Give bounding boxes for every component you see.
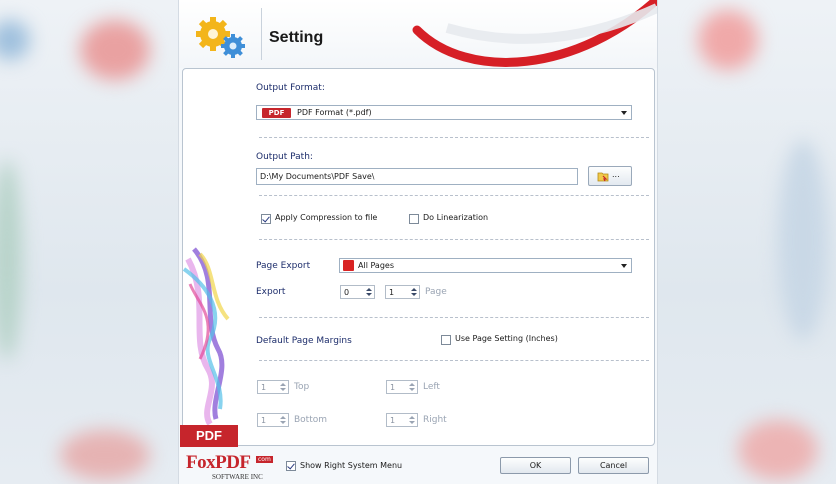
linearization-checkbox[interactable] [409, 214, 419, 224]
export-from-value: 0 [344, 288, 350, 297]
stepper-up-icon[interactable] [280, 416, 286, 419]
header-divider [261, 8, 262, 60]
linearization-label: Do Linearization [423, 213, 489, 222]
logo-com: com [256, 456, 273, 463]
side-pdf-badge-text: PDF [196, 428, 222, 443]
divider [259, 239, 649, 240]
gears-icon [196, 17, 245, 58]
dialog-header: Setting [179, 0, 657, 68]
export-from-stepper[interactable]: 0 [340, 285, 375, 299]
dialog-title: Setting [269, 29, 324, 46]
margin-top-value: 1 [261, 383, 267, 392]
output-format-label: Output Format: [256, 83, 325, 93]
browse-button-label: ... [612, 170, 620, 179]
margin-left-stepper[interactable]: 1 [386, 380, 418, 394]
margin-right-stepper[interactable]: 1 [386, 413, 418, 427]
foxpdf-logo: FoxPDF com SOFTWARE INC [182, 452, 280, 484]
settings-panel: PDF Output Format: PDF PDF Format (*.pdf… [180, 68, 655, 447]
margin-right-value: 1 [390, 416, 396, 425]
export-to-stepper[interactable]: 1 [385, 285, 420, 299]
divider [259, 360, 649, 361]
logo-text: FoxPDF [186, 452, 251, 473]
stepper-down-icon[interactable] [409, 388, 415, 391]
margin-right-label: Right [423, 415, 447, 425]
default-margins-label: Default Page Margins [256, 336, 352, 346]
margin-top-label: Top [294, 382, 310, 392]
dialog-footer: FoxPDF com SOFTWARE INC Show Right Syste… [179, 448, 657, 484]
margin-top-stepper[interactable]: 1 [257, 380, 289, 394]
stepper-up-icon[interactable] [409, 416, 415, 419]
side-pdf-badge: PDF [180, 425, 238, 447]
ok-button[interactable]: OK [500, 457, 571, 474]
use-page-setting-label: Use Page Setting (Inches) [455, 334, 558, 343]
pdf-document-icon [343, 260, 354, 271]
compression-label: Apply Compression to file [275, 213, 378, 222]
stepper-up-icon[interactable] [409, 383, 415, 386]
compression-checkbox[interactable] [261, 214, 271, 224]
side-art-decoration [182, 247, 230, 426]
chevron-down-icon [621, 111, 627, 115]
divider [259, 317, 649, 318]
output-path-input[interactable]: D:\My Documents\PDF Save\ [256, 168, 578, 185]
page-export-select[interactable]: All Pages [339, 258, 632, 273]
stepper-up-icon[interactable] [280, 383, 286, 386]
page-export-value: All Pages [358, 261, 394, 270]
stepper-down-icon[interactable] [411, 293, 417, 296]
margin-bottom-label: Bottom [294, 415, 328, 425]
divider [259, 137, 649, 138]
margin-bottom-value: 1 [261, 416, 267, 425]
page-label: Page [425, 287, 447, 297]
background-left [0, 0, 178, 484]
show-right-menu-checkbox[interactable] [286, 461, 296, 471]
cancel-button[interactable]: Cancel [578, 457, 649, 474]
folder-icon [597, 172, 609, 182]
browse-button[interactable]: ... [588, 166, 632, 186]
stepper-down-icon[interactable] [366, 293, 372, 296]
background-right [658, 0, 836, 484]
chevron-down-icon [621, 264, 627, 268]
output-format-value: PDF Format (*.pdf) [297, 108, 372, 117]
setting-dialog: Setting PDF Output Format: PDF PDF Forma… [178, 0, 658, 484]
show-right-menu-label: Show Right System Menu [300, 461, 403, 470]
red-swoosh-decoration [412, 0, 657, 67]
divider [259, 195, 649, 196]
margin-bottom-stepper[interactable]: 1 [257, 413, 289, 427]
stepper-up-icon[interactable] [411, 288, 417, 291]
stepper-up-icon[interactable] [366, 288, 372, 291]
page-export-label: Page Export [256, 261, 311, 271]
pdf-format-badge: PDF [262, 108, 291, 118]
stepper-down-icon[interactable] [409, 421, 415, 424]
output-format-select[interactable]: PDF PDF Format (*.pdf) [256, 105, 632, 120]
margin-left-value: 1 [390, 383, 396, 392]
stepper-down-icon[interactable] [280, 388, 286, 391]
export-label: Export [256, 287, 286, 297]
logo-subtitle: SOFTWARE INC [212, 473, 263, 481]
output-path-label: Output Path: [256, 152, 313, 162]
margin-left-label: Left [423, 382, 440, 392]
stepper-down-icon[interactable] [280, 421, 286, 424]
export-to-value: 1 [389, 288, 395, 297]
use-page-setting-checkbox[interactable] [441, 335, 451, 345]
